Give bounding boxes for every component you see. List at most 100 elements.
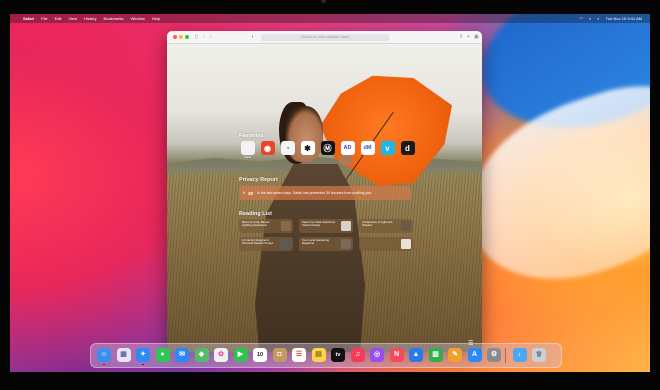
back-icon[interactable]: ‹ <box>203 33 205 41</box>
reading-list-thumbnail <box>401 221 411 231</box>
dock: ☺ ▦ ✦ ● ✉ ◈ ✿ ▶ 10 ◘ ☰ ▤ tv ♫ ◎ N ▲ ▥ ✎ A ⚙ ↓ 🗑 <box>90 343 562 368</box>
reading-list-item-title: Architecture of Light and Shadow <box>362 221 393 228</box>
menu-bookmarks[interactable]: Bookmarks <box>104 16 124 21</box>
address-bar[interactable]: Search or enter website name <box>261 33 389 41</box>
reading-list-thumbnail <box>281 239 291 249</box>
menu-view[interactable]: View <box>68 16 77 21</box>
favorite-6[interactable]: AD <box>339 141 356 159</box>
privacy-report-title: Privacy Report <box>239 177 278 183</box>
pages-app-icon[interactable]: ✎ <box>448 348 462 362</box>
vimeo-icon: v <box>380 141 395 155</box>
reading-list-item[interactable]: Your Local Gardening Magazine <box>299 237 353 251</box>
menu-clock[interactable]: Tue Nov 10 9:41 AM <box>606 16 642 21</box>
keynote-app-icon[interactable]: ▲ <box>409 348 423 362</box>
running-indicator <box>142 364 144 366</box>
favorite-label: Apple <box>244 156 251 159</box>
tv-app-icon[interactable]: tv <box>331 348 345 362</box>
trash-app-icon[interactable]: 🗑 <box>532 348 546 362</box>
notes-app-icon[interactable]: ▤ <box>311 348 326 362</box>
numbers-app-icon[interactable]: ▥ <box>428 348 443 362</box>
site-icon: ◔ <box>280 141 295 155</box>
d-logo-icon: d <box>400 141 415 155</box>
menu-history[interactable]: History <box>84 16 96 21</box>
address-placeholder: Search or enter website name <box>301 35 349 39</box>
new-tab-icon[interactable]: + <box>467 33 470 41</box>
tracker-count: 30 <box>248 190 254 196</box>
camera-notch <box>321 0 326 3</box>
favorite-2[interactable]: ◉ <box>259 141 276 159</box>
maps-app-icon[interactable]: ◈ <box>194 348 209 362</box>
menu-edit[interactable]: Edit <box>55 16 62 21</box>
close-window-button[interactable] <box>173 35 177 39</box>
menu-window[interactable]: Window <box>131 16 145 21</box>
dock-separator <box>505 348 506 363</box>
dm-logo-icon: dM <box>360 141 375 155</box>
menu-bar: Safari File Edit View History Bookmarks … <box>10 14 650 23</box>
menu-app-name[interactable]: Safari <box>23 16 34 21</box>
finder-app-icon[interactable]: ☺ <box>97 348 111 362</box>
safari-toolbar: ▯ ‹ › ◖ Search or enter website name ⇪ +… <box>167 31 482 44</box>
reading-list-item[interactable] <box>359 237 413 251</box>
favorite-4[interactable]: ✱ <box>299 141 316 159</box>
shield-icon: ◐ <box>243 190 247 196</box>
reddit-icon: ◉ <box>260 141 275 155</box>
menu-help[interactable]: Help <box>152 16 160 21</box>
reminders-app-icon[interactable]: ☰ <box>292 348 306 362</box>
apple-logo-icon <box>240 141 255 155</box>
launchpad-app-icon[interactable]: ▦ <box>116 348 131 362</box>
monogram-icon: Ⓜ <box>320 141 335 155</box>
favorite-3[interactable]: ◔ <box>279 141 296 159</box>
share-icon[interactable]: ⇪ <box>459 33 463 41</box>
favorites-grid: Apple ◉ ◔ ✱ Ⓜ AD dM v d <box>239 141 419 159</box>
favorite-9[interactable]: d <box>399 141 416 159</box>
mail-app-icon[interactable]: ✉ <box>175 348 189 362</box>
menu-file[interactable]: File <box>41 16 47 21</box>
reading-list-thumbnail <box>401 239 411 249</box>
app-store-app-icon[interactable]: A <box>467 348 482 362</box>
tab-overview-icon[interactable]: ▣ <box>474 33 479 41</box>
wifi-icon[interactable]: ◠ <box>580 16 584 21</box>
downloads-app-icon[interactable]: ↓ <box>512 348 527 362</box>
sidebar-toggle-icon[interactable]: ▯ <box>195 33 198 41</box>
privacy-shield-icon[interactable]: ◖ <box>251 33 254 41</box>
minimize-window-button[interactable] <box>179 35 183 39</box>
running-indicator <box>103 364 105 366</box>
favorites-title: Favorites <box>239 133 264 139</box>
control-center-icon[interactable]: ◐ <box>597 16 599 21</box>
desktop: Safari File Edit View History Bookmarks … <box>10 14 650 372</box>
safari-window: ▯ ‹ › ◖ Search or enter website name ⇪ +… <box>167 31 482 352</box>
photos-app-icon[interactable]: ✿ <box>214 348 228 362</box>
favorite-5[interactable]: Ⓜ <box>319 141 336 159</box>
reading-list-item-title: Tales from Dark Apartment Interior Desig… <box>302 221 336 228</box>
favorite-apple[interactable]: Apple <box>239 141 256 159</box>
safari-app-icon[interactable]: ✦ <box>136 348 150 362</box>
fullscreen-window-button[interactable] <box>185 35 189 39</box>
reading-list-item[interactable]: An Interior Designer's Personal Passion … <box>239 237 293 251</box>
reading-list-title: Reading List <box>239 211 273 217</box>
privacy-report-text: In the last seven days, Safari has preve… <box>257 191 373 195</box>
forward-icon[interactable]: › <box>210 33 212 41</box>
reading-list-item[interactable]: Tales from Dark Apartment Interior Desig… <box>299 219 353 233</box>
menu-extras: ◠ ⌕ ◐ Tue Nov 10 9:41 AM <box>574 16 643 21</box>
system-preferences-app-icon[interactable]: ⚙ <box>487 348 501 362</box>
start-page: Favorites Apple ◉ ◔ ✱ Ⓜ AD dM v d Privac… <box>167 44 482 352</box>
search-icon[interactable]: ⌕ <box>589 16 591 21</box>
reading-list-item-title <box>362 239 398 249</box>
contacts-app-icon[interactable]: ◘ <box>272 348 287 362</box>
reading-list-item[interactable]: Architecture of Light and Shadow <box>359 219 413 233</box>
favorite-7[interactable]: dM <box>359 141 376 159</box>
messages-app-icon[interactable]: ● <box>155 348 170 362</box>
ad-logo-icon: AD <box>340 141 355 155</box>
reading-list-item-title: Best out of the Banner Lighting Inspirat… <box>242 221 270 228</box>
podcasts-app-icon[interactable]: ◎ <box>370 348 384 362</box>
facetime-app-icon[interactable]: ▶ <box>233 348 248 362</box>
reading-list-item-title: An Interior Designer's Personal Passion … <box>242 239 274 246</box>
calendar-app-icon[interactable]: 10 <box>253 348 267 362</box>
privacy-report-card[interactable]: ◐ 30 In the last seven days, Safari has … <box>239 186 411 200</box>
favorite-8[interactable]: v <box>379 141 396 159</box>
reading-list-item[interactable]: Best out of the Banner Lighting Inspirat… <box>239 219 293 233</box>
reading-list-thumbnail <box>341 221 351 231</box>
news-app-icon[interactable]: N <box>389 348 404 362</box>
music-app-icon[interactable]: ♫ <box>350 348 365 362</box>
reading-list-item-title: Your Local Gardening Magazine <box>302 239 329 246</box>
